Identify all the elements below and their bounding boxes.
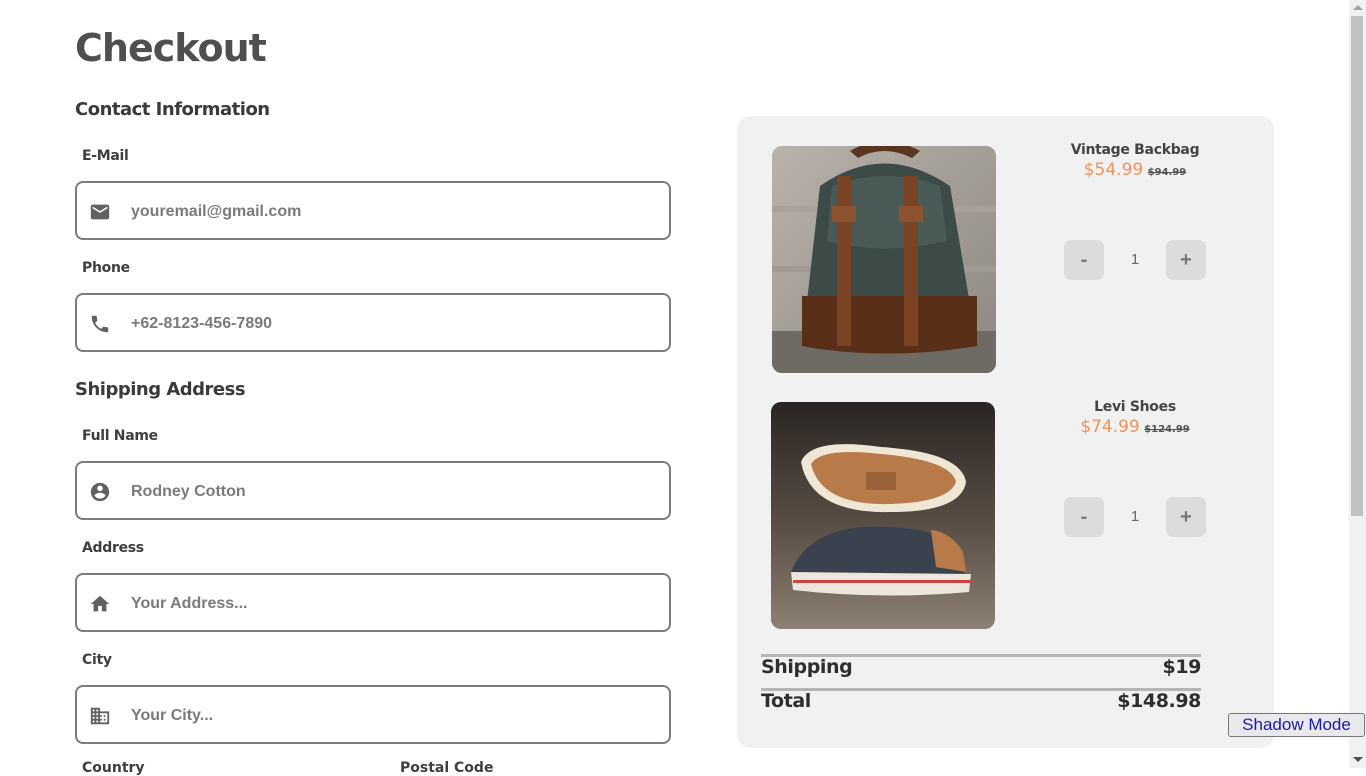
increase-qty-button[interactable]: + <box>1166 240 1206 280</box>
scroll-up-arrow-icon[interactable] <box>1353 5 1363 10</box>
decrease-qty-button[interactable]: - <box>1064 497 1104 537</box>
total-value: $148.98 <box>1117 690 1201 712</box>
city-label: City <box>82 652 112 668</box>
page-title: Checkout <box>75 26 267 70</box>
address-field-wrapper <box>75 573 671 632</box>
fullname-input[interactable] <box>129 465 653 518</box>
price-row: $74.99 $124.99 <box>1035 417 1235 437</box>
contact-heading: Contact Information <box>75 99 270 120</box>
fullname-field-wrapper <box>75 461 671 520</box>
increase-qty-button[interactable]: + <box>1166 497 1206 537</box>
current-price: $54.99 <box>1083 160 1144 180</box>
address-input[interactable] <box>129 577 653 630</box>
original-price: $94.99 <box>1147 167 1187 178</box>
fullname-label: Full Name <box>82 428 158 444</box>
product-name: Levi Shoes <box>1094 399 1176 415</box>
building-icon <box>90 707 110 725</box>
shipping-value: $19 <box>1162 656 1202 678</box>
country-label: Country <box>82 760 145 776</box>
city-field-wrapper <box>75 685 671 744</box>
shipping-label: Shipping <box>761 656 853 678</box>
quantity-value: 1 <box>1130 251 1140 268</box>
shoes-image <box>771 402 995 629</box>
decrease-qty-button[interactable]: - <box>1064 240 1104 280</box>
phone-icon <box>91 315 109 333</box>
account-circle-icon <box>90 482 110 502</box>
address-label: Address <box>82 540 144 556</box>
postal-code-label: Postal Code <box>400 760 494 776</box>
envelope-icon <box>90 204 110 220</box>
email-label: E-Mail <box>82 148 129 164</box>
quantity-value: 1 <box>1130 508 1140 525</box>
original-price: $124.99 <box>1144 424 1190 435</box>
price-row: $54.99 $94.99 <box>1035 160 1235 180</box>
email-field-wrapper <box>75 181 671 240</box>
phone-input[interactable] <box>129 297 653 350</box>
scrollbar-thumb[interactable] <box>1351 16 1363 516</box>
scroll-down-arrow-icon[interactable] <box>1353 757 1363 762</box>
phone-field-wrapper <box>75 293 671 352</box>
email-input[interactable] <box>129 185 653 238</box>
phone-label: Phone <box>82 260 130 276</box>
home-icon <box>90 595 110 612</box>
city-input[interactable] <box>129 689 653 742</box>
shipping-heading: Shipping Address <box>75 379 246 400</box>
product-name: Vintage Backbag <box>1070 142 1200 158</box>
backpack-image <box>772 146 996 373</box>
total-label: Total <box>761 690 811 712</box>
shadow-mode-button[interactable]: Shadow Mode <box>1228 713 1365 737</box>
current-price: $74.99 <box>1080 417 1140 437</box>
